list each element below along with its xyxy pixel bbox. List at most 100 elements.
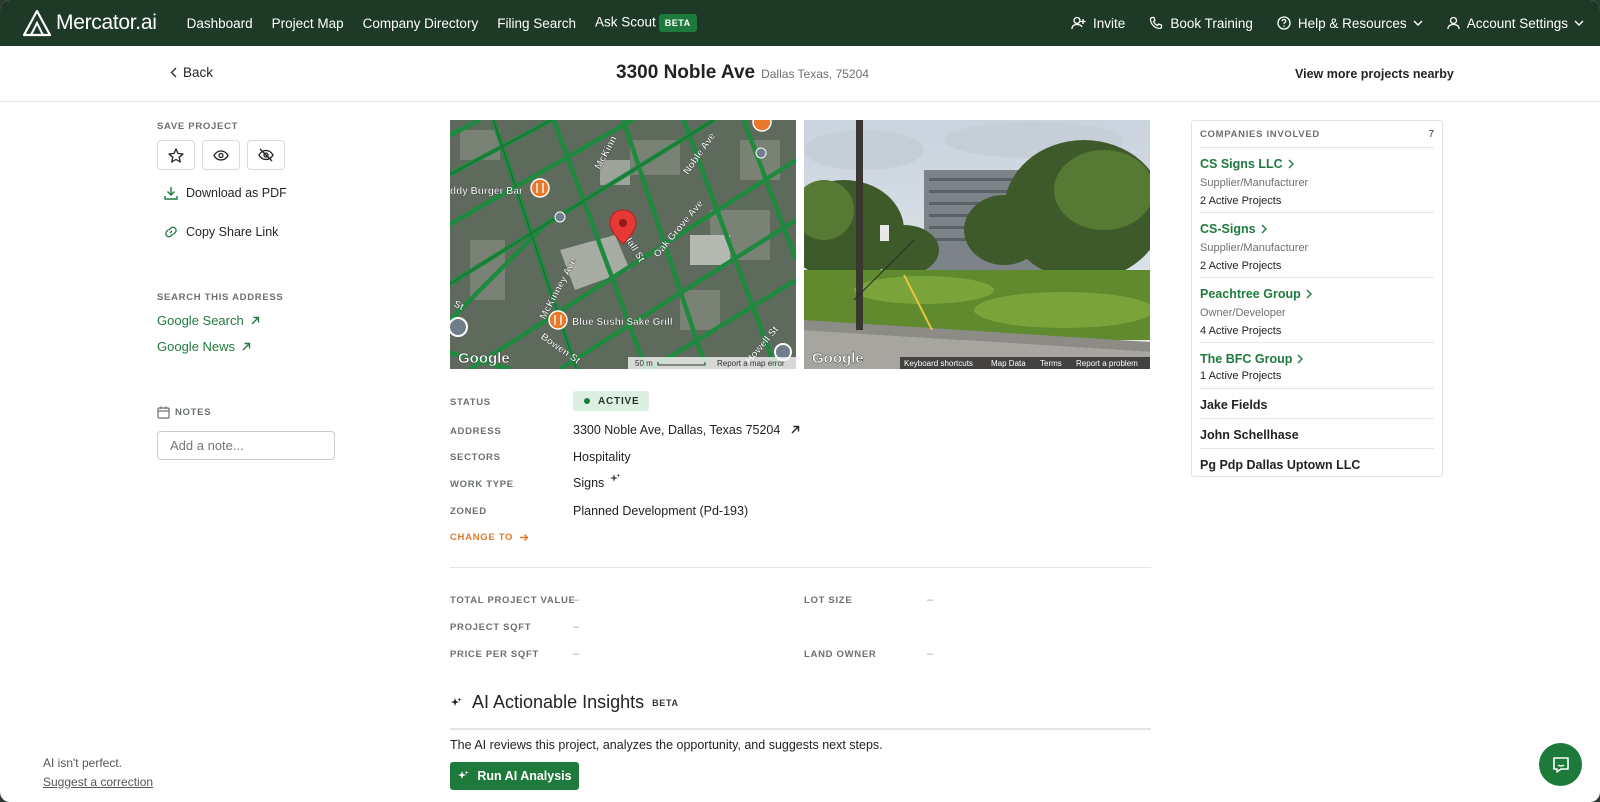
person-name: Jake Fields (1200, 398, 1268, 412)
companies-header: COMPANIES INVOLVED 7 (1200, 129, 1434, 149)
page-title: 3300 Noble Ave (616, 62, 756, 83)
satellite-map[interactable]: McKinney Ave N Hall St Oak Grove Ave Nob… (450, 120, 796, 369)
copy-share-link-label: Copy Share Link (186, 225, 279, 239)
calendar-icon (157, 406, 170, 419)
ai-divider (450, 728, 1151, 730)
account-label: Account Settings (1466, 15, 1568, 31)
nav-dashboard[interactable]: Dashboard (187, 16, 253, 31)
address-label: ADDRESS (450, 426, 502, 437)
report-map-error-link[interactable]: Report a map error (717, 359, 785, 368)
download-pdf-button[interactable]: Download as PDF (164, 186, 287, 200)
logo[interactable]: Mercator.ai (22, 0, 157, 46)
account-menu[interactable]: Account Settings (1447, 16, 1584, 31)
satellite-map-graphic: McKinney Ave N Hall St Oak Grove Ave Nob… (450, 120, 796, 369)
company-link[interactable]: The BFC Group (1200, 352, 1434, 366)
hide-button[interactable] (247, 140, 285, 170)
report-problem-link[interactable]: Report a problem (1076, 359, 1138, 368)
ai-beta-badge: BETA (652, 697, 679, 708)
transit-marker-icon (755, 147, 767, 159)
suggest-correction-link[interactable]: Suggest a correction (43, 775, 153, 789)
eye-off-icon (258, 148, 274, 162)
nav-company-directory[interactable]: Company Directory (363, 16, 479, 31)
user-icon (1447, 16, 1460, 30)
status-value: ACTIVE (598, 395, 640, 407)
nav-filing-search[interactable]: Filing Search (497, 16, 576, 31)
sparkle-icon (451, 697, 462, 706)
project-header: Back 3300 Noble Ave Dallas Texas, 75204 V… (0, 46, 1600, 102)
person-name: Pg Pdp Dallas Uptown LLC (1200, 458, 1361, 472)
transit-marker-icon (554, 211, 566, 223)
chat-icon (1552, 756, 1569, 773)
status-dot-icon (584, 398, 590, 404)
person-item: Jake Fields (1200, 388, 1434, 418)
page-subtitle: Dallas Texas, 75204 (761, 67, 869, 81)
run-ai-analysis-label: Run AI Analysis (477, 769, 572, 783)
address-value[interactable]: 3300 Noble Ave, Dallas, Texas 75204 (573, 423, 800, 437)
restaurant-marker-icon (752, 120, 772, 132)
work-type-label: WORK TYPE (450, 479, 514, 490)
book-training-button[interactable]: Book Training (1149, 16, 1253, 31)
view-more-projects-link[interactable]: View more projects nearby (1295, 67, 1454, 81)
ai-description: The AI reviews this project, analyzes th… (450, 738, 883, 752)
terms-link[interactable]: Terms (1040, 359, 1062, 368)
project-sqft-value: – (573, 621, 580, 633)
google-watermark: Google (458, 350, 510, 367)
company-link[interactable]: CS Signs LLC (1200, 157, 1434, 171)
transit-marker-icon (450, 317, 468, 337)
status-badge: ACTIVE (573, 391, 650, 411)
run-ai-analysis-button[interactable]: Run AI Analysis (450, 762, 579, 790)
download-icon (164, 187, 178, 200)
company-name: CS-Signs (1200, 222, 1256, 236)
company-projects: 2 Active Projects (1200, 195, 1282, 207)
notes-input[interactable] (157, 431, 335, 460)
external-link-icon (251, 316, 259, 324)
company-item: CS-Signs Supplier/Manufacturer 2 Active … (1200, 212, 1434, 277)
external-link-icon (242, 342, 251, 350)
price-per-sqft-label: PRICE PER SQFT (450, 649, 539, 660)
help-menu[interactable]: Help & Resources (1277, 16, 1423, 31)
company-item: CS Signs LLC Supplier/Manufacturer 2 Act… (1200, 147, 1434, 212)
street-view-image[interactable]: Google Keyboard shortcuts Map Data Terms… (804, 120, 1150, 369)
top-navigation: Mercator.ai Dashboard Project Map Compan… (0, 0, 1600, 46)
help-label: Help & Resources (1297, 15, 1407, 31)
sparkle-icon (458, 770, 469, 779)
ai-disclaimer: AI isn't perfect. (43, 756, 122, 770)
google-news-link[interactable]: Google News (157, 339, 251, 354)
notes-header: NOTES (157, 406, 211, 419)
map-place-label: ddy Burger Bar (450, 186, 523, 197)
google-news-label: Google News (157, 339, 236, 354)
favorite-button[interactable] (157, 140, 195, 170)
nav-project-map[interactable]: Project Map (272, 16, 344, 31)
change-to-link[interactable]: CHANGE TO (450, 532, 529, 543)
notes-label: NOTES (175, 407, 212, 418)
invite-button[interactable]: Invite (1071, 16, 1125, 31)
status-label: STATUS (450, 397, 491, 408)
watch-button[interactable] (202, 140, 240, 170)
map-data-link[interactable]: Map Data (991, 359, 1026, 368)
company-item: The BFC Group 1 Active Projects (1200, 342, 1434, 388)
company-link[interactable]: CS-Signs (1200, 222, 1434, 236)
nav-ask-scout[interactable]: Ask Scout BETA (595, 14, 697, 32)
company-role: Owner/Developer (1200, 307, 1286, 319)
person-item: Pg Pdp Dallas Uptown LLC (1200, 448, 1434, 477)
total-project-value: – (573, 594, 580, 606)
price-per-sqft-value: – (573, 648, 580, 660)
google-search-link[interactable]: Google Search (157, 313, 260, 328)
map-place-label: Blue Sushi Sake Grill (572, 317, 673, 328)
company-link[interactable]: Peachtree Group (1200, 287, 1434, 301)
google-watermark: Google (812, 350, 864, 367)
chevron-right-icon (1297, 354, 1304, 364)
keyboard-shortcuts-link[interactable]: Keyboard shortcuts (904, 359, 973, 368)
save-project-label: SAVE PROJECT (157, 121, 239, 132)
nav-ask-scout-label: Ask Scout (595, 14, 656, 30)
link-icon (165, 226, 177, 238)
book-training-label: Book Training (1170, 15, 1253, 31)
chevron-down-icon (1413, 20, 1423, 26)
sparkle-icon (610, 473, 621, 482)
chat-launcher-button[interactable] (1539, 743, 1582, 786)
land-owner-label: LAND OWNER (804, 649, 877, 660)
external-link-icon (791, 425, 800, 434)
person-item: John Schellhase (1200, 418, 1434, 448)
copy-share-link-button[interactable]: Copy Share Link (164, 225, 278, 239)
nav-right: Invite Book Training Help & Resources Ac… (1047, 0, 1584, 46)
